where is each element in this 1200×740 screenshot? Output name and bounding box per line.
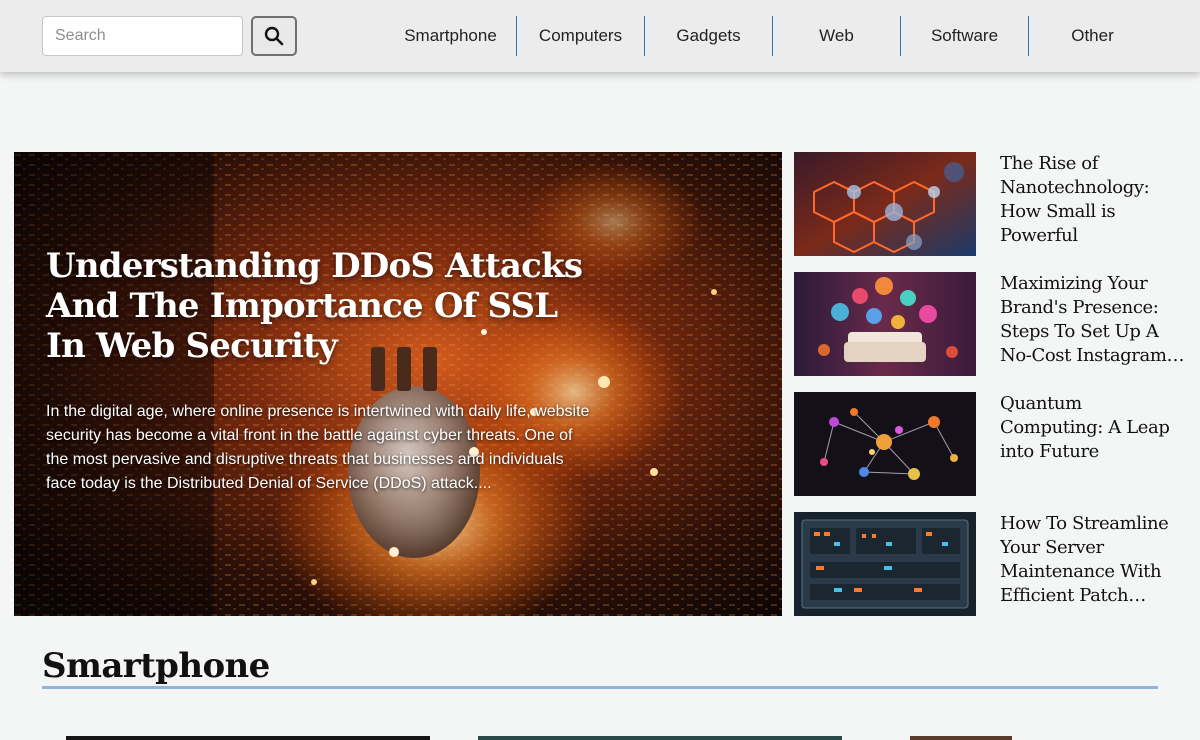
top-header: Smartphone Computers Gadgets Web Softwar… (0, 0, 1200, 72)
nav-item-software[interactable]: Software (900, 16, 1028, 56)
featured-article-image (14, 152, 782, 616)
search-button[interactable] (251, 16, 297, 56)
side-article[interactable]: Quantum Computing: A Leap into Future (794, 392, 1188, 496)
card-thumbnail[interactable] (66, 736, 430, 740)
side-article-title[interactable]: Quantum Computing: A Leap into Future (1000, 392, 1186, 464)
side-article-thumbnail[interactable] (794, 272, 976, 376)
side-article-thumbnail[interactable] (794, 512, 976, 616)
card-thumbnail[interactable] (478, 736, 842, 740)
section-title: Smartphone (42, 646, 270, 686)
side-article[interactable]: Maximizing Your Brand's Presence: Steps … (794, 272, 1188, 376)
side-article-title[interactable]: The Rise of Nanotechnology: How Small is… (1000, 152, 1186, 248)
nav-item-other[interactable]: Other (1028, 16, 1156, 56)
search-icon (264, 26, 284, 46)
side-article-title[interactable]: Maximizing Your Brand's Presence: Steps … (1000, 272, 1186, 368)
featured-article-title[interactable]: Understanding DDoS Attacks And The Impor… (46, 246, 606, 366)
card-thumbnail[interactable] (910, 736, 1012, 740)
nanotech-thumbnail-image (794, 152, 976, 256)
quantum-thumbnail-image (794, 392, 976, 496)
nav-item-smartphone[interactable]: Smartphone (385, 16, 516, 56)
main-nav: Smartphone Computers Gadgets Web Softwar… (385, 16, 1156, 56)
section-divider (42, 686, 1158, 689)
nav-item-gadgets[interactable]: Gadgets (644, 16, 772, 56)
side-article-title[interactable]: How To Streamline Your Server Maintenanc… (1000, 512, 1186, 608)
side-article-thumbnail[interactable] (794, 392, 976, 496)
featured-article-excerpt: In the digital age, where online presenc… (46, 403, 590, 492)
side-article[interactable]: The Rise of Nanotechnology: How Small is… (794, 152, 1188, 256)
side-article[interactable]: How To Streamline Your Server Maintenanc… (794, 512, 1188, 616)
side-article-thumbnail[interactable] (794, 152, 976, 256)
server-thumbnail-image (794, 512, 976, 616)
nav-item-web[interactable]: Web (772, 16, 900, 56)
search-input[interactable] (42, 16, 243, 56)
instagram-thumbnail-image (794, 272, 976, 376)
featured-article[interactable]: Understanding DDoS Attacks And The Impor… (14, 152, 782, 616)
nav-item-computers[interactable]: Computers (516, 16, 644, 56)
